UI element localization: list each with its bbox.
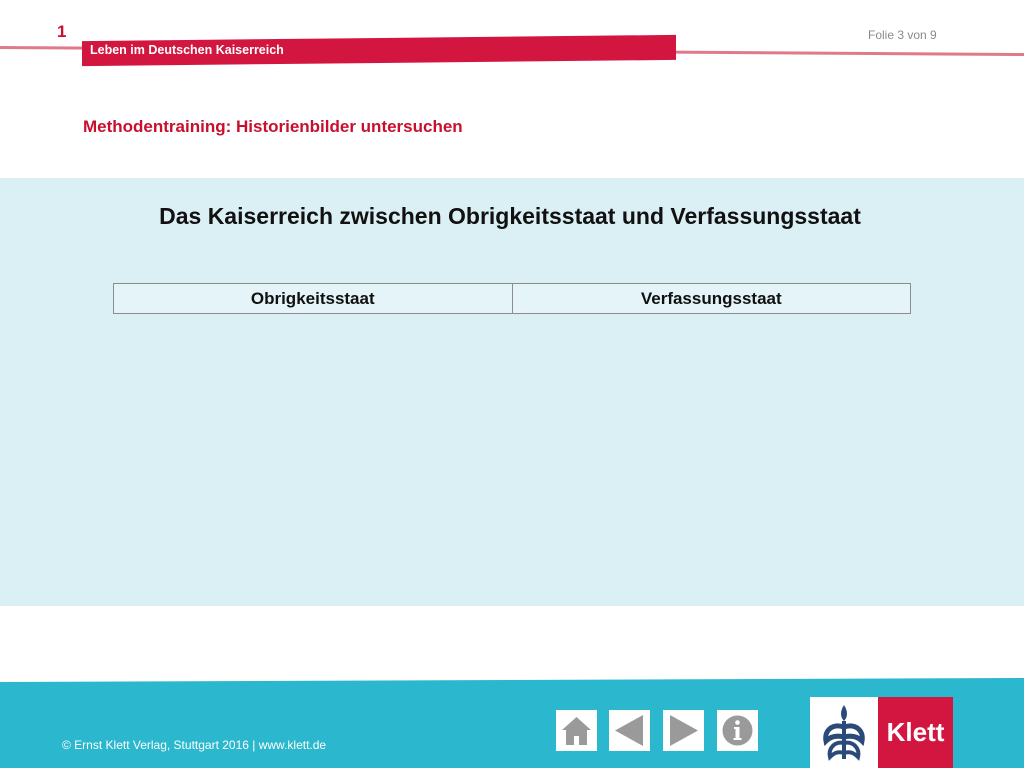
table-header-obrigkeitsstaat: Obrigkeitsstaat [250, 288, 375, 308]
previous-button[interactable] [609, 710, 650, 751]
klett-emblem-icon [823, 705, 865, 761]
info-button[interactable] [717, 710, 758, 751]
main-heading: Das Kaiserreich zwischen Obrigkeitsstaat… [159, 203, 861, 229]
home-icon [562, 717, 591, 745]
info-icon [722, 715, 753, 746]
arrow-right-icon [670, 715, 698, 746]
arrow-left-icon [615, 715, 643, 746]
table-header-verfassungsstaat: Verfassungsstaat [511, 284, 911, 313]
page-subtitle: Methodentraining: Historienbilder unters… [83, 117, 463, 136]
home-button[interactable] [556, 710, 597, 751]
comparison-table: Obrigkeitsstaat Verfassungsstaat [113, 283, 911, 314]
content-panel [0, 178, 1024, 606]
copyright-text: © Ernst Klett Verlag, Stuttgart 2016 | w… [62, 738, 327, 752]
klett-wordmark: Klett [878, 697, 953, 768]
chapter-number: 1 [57, 22, 67, 41]
slide-counter: Folie 3 von 9 [868, 28, 937, 42]
next-button[interactable] [663, 710, 704, 751]
klett-logo: Klett [810, 697, 953, 768]
klett-logo-text: Klett [886, 717, 945, 747]
banner-title: Leben im Deutschen Kaiserreich [90, 43, 284, 57]
